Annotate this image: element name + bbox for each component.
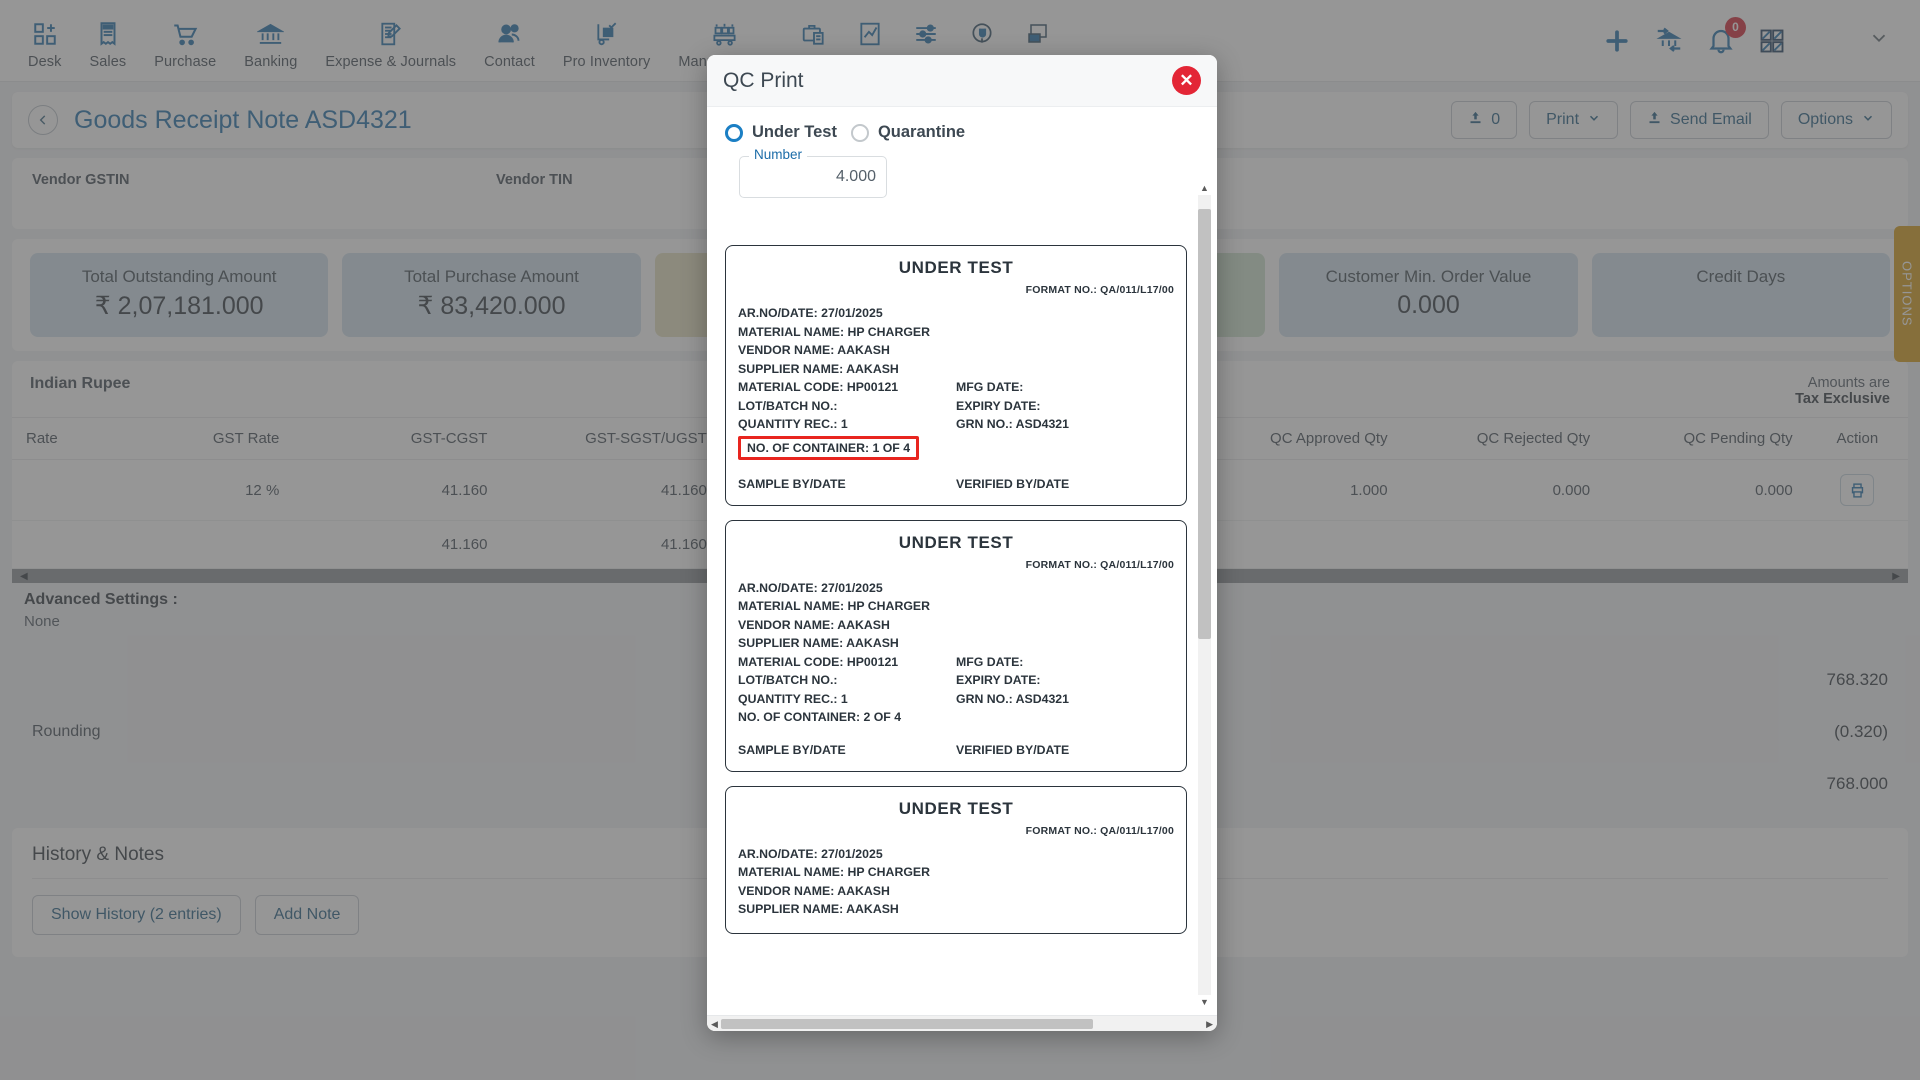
field-ar-no-date: AR.NO/DATE: 27/01/2025 xyxy=(738,306,956,320)
radio-option-quarantine[interactable]: Quarantine xyxy=(851,123,965,142)
label-card-format-no: FORMAT NO.: QA/011/L17/00 xyxy=(738,825,1174,837)
radio-indicator-selected[interactable] xyxy=(725,124,743,142)
close-icon[interactable]: ✕ xyxy=(1172,66,1201,95)
field-material-code: MATERIAL CODE: HP00121 xyxy=(738,655,956,669)
field-supplier-name: SUPPLIER NAME: AAKASH xyxy=(738,636,956,650)
dialog-horizontal-scrollbar[interactable]: ◀ ▶ xyxy=(707,1015,1217,1031)
field-ar-no-date: AR.NO/DATE: 27/01/2025 xyxy=(738,847,956,861)
qc-label-card: UNDER TEST FORMAT NO.: QA/011/L17/00 AR.… xyxy=(725,520,1187,772)
label-card-title: UNDER TEST xyxy=(738,799,1174,819)
radio-option-under-test[interactable]: Under Test xyxy=(725,123,837,142)
field-expiry-date: EXPIRY DATE: xyxy=(956,399,1174,413)
field-no-of-container: NO. OF CONTAINER: 1 OF 4 xyxy=(738,436,919,460)
field-material-code: MATERIAL CODE: HP00121 xyxy=(738,380,956,394)
field-grn-no: GRN NO.: ASD4321 xyxy=(956,692,1174,706)
radio-label: Quarantine xyxy=(878,123,965,142)
qc-type-radio-group: Under Test Quarantine xyxy=(725,123,1199,142)
dialog-title: QC Print xyxy=(723,69,804,93)
field-vendor-name: VENDOR NAME: AAKASH xyxy=(738,343,956,357)
field-verified-by-date: VERIFIED BY/DATE xyxy=(956,743,1174,757)
label-card-fields: AR.NO/DATE: 27/01/2025 MATERIAL NAME: HP… xyxy=(738,304,1174,461)
qc-label-card: UNDER TEST FORMAT NO.: QA/011/L17/00 AR.… xyxy=(725,786,1187,934)
scroll-left-icon[interactable]: ◀ xyxy=(711,1019,718,1030)
scroll-down-icon[interactable]: ▼ xyxy=(1200,997,1209,1007)
field-no-of-container: NO. OF CONTAINER: 2 OF 4 xyxy=(738,710,956,724)
label-card-format-no: FORMAT NO.: QA/011/L17/00 xyxy=(738,284,1174,296)
label-cards-list: UNDER TEST FORMAT NO.: QA/011/L17/00 AR.… xyxy=(725,245,1187,1031)
field-material-name: MATERIAL NAME: HP CHARGER xyxy=(738,325,956,339)
label-card-fields: AR.NO/DATE: 27/01/2025 MATERIAL NAME: HP… xyxy=(738,579,1174,727)
dialog-header: QC Print ✕ xyxy=(707,55,1217,107)
field-sample-by-date: SAMPLE BY/DATE xyxy=(738,477,956,491)
label-card-footer: SAMPLE BY/DATE VERIFIED BY/DATE xyxy=(738,743,1174,757)
label-card-title: UNDER TEST xyxy=(738,533,1174,553)
field-ar-no-date: AR.NO/DATE: 27/01/2025 xyxy=(738,581,956,595)
radio-indicator[interactable] xyxy=(851,124,869,142)
field-supplier-name: SUPPLIER NAME: AAKASH xyxy=(738,902,956,916)
dialog-vertical-scrollbar[interactable]: ▲ ▼ xyxy=(1198,195,1211,995)
highlighted-container-row: NO. OF CONTAINER: 1 OF 4 xyxy=(738,435,1174,461)
qc-print-dialog: QC Print ✕ Under Test Quarantine Number … xyxy=(707,55,1217,1031)
label-card-footer: SAMPLE BY/DATE VERIFIED BY/DATE xyxy=(738,477,1174,491)
field-mfg-date: MFG DATE: xyxy=(956,655,1174,669)
scroll-right-icon[interactable]: ▶ xyxy=(1206,1019,1213,1030)
field-material-name: MATERIAL NAME: HP CHARGER xyxy=(738,865,956,879)
qc-label-card: UNDER TEST FORMAT NO.: QA/011/L17/00 AR.… xyxy=(725,245,1187,506)
number-input[interactable] xyxy=(739,156,887,198)
field-verified-by-date: VERIFIED BY/DATE xyxy=(956,477,1174,491)
field-mfg-date: MFG DATE: xyxy=(956,380,1174,394)
field-quantity-rec: QUANTITY REC.: 1 xyxy=(738,692,956,706)
number-field: Number xyxy=(739,156,887,198)
field-vendor-name: VENDOR NAME: AAKASH xyxy=(738,884,956,898)
field-lot-batch-no: LOT/BATCH NO.: xyxy=(738,399,956,413)
field-quantity-rec: QUANTITY REC.: 1 xyxy=(738,417,956,431)
vertical-scroll-thumb[interactable] xyxy=(1198,209,1211,639)
field-expiry-date: EXPIRY DATE: xyxy=(956,673,1174,687)
field-grn-no: GRN NO.: ASD4321 xyxy=(956,417,1174,431)
field-vendor-name: VENDOR NAME: AAKASH xyxy=(738,618,956,632)
scroll-up-icon[interactable]: ▲ xyxy=(1200,183,1209,193)
label-card-title: UNDER TEST xyxy=(738,258,1174,278)
field-material-name: MATERIAL NAME: HP CHARGER xyxy=(738,599,956,613)
field-lot-batch-no: LOT/BATCH NO.: xyxy=(738,673,956,687)
field-supplier-name: SUPPLIER NAME: AAKASH xyxy=(738,362,956,376)
label-card-format-no: FORMAT NO.: QA/011/L17/00 xyxy=(738,559,1174,571)
label-card-fields: AR.NO/DATE: 27/01/2025 MATERIAL NAME: HP… xyxy=(738,845,1174,919)
radio-label: Under Test xyxy=(752,123,837,142)
field-sample-by-date: SAMPLE BY/DATE xyxy=(738,743,956,757)
horizontal-scroll-thumb[interactable] xyxy=(721,1019,1093,1029)
dialog-body: Under Test Quarantine Number UNDER TEST … xyxy=(707,107,1217,1031)
